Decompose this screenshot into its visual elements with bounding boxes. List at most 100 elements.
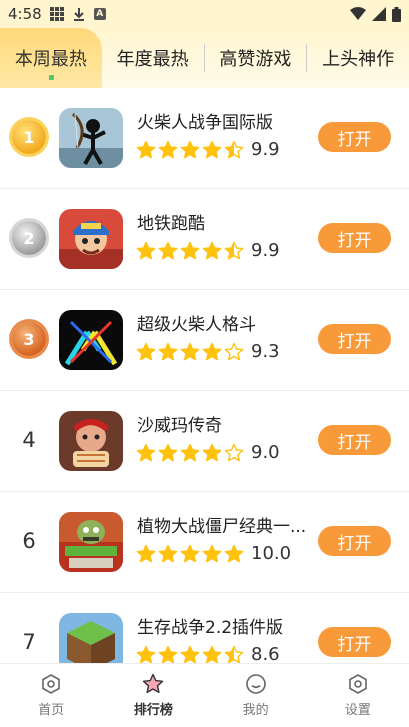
signal-icon	[372, 7, 386, 21]
download-icon	[73, 8, 84, 21]
app-name: 火柴人战争国际版	[137, 113, 273, 133]
star-full-icon	[158, 544, 178, 563]
nav-home[interactable]: 首页	[0, 664, 102, 727]
star-full-icon	[136, 241, 156, 260]
star-full-icon	[180, 645, 200, 664]
app-name: 沙威玛传奇	[137, 416, 222, 436]
star-rating	[136, 544, 244, 564]
star-full-icon	[180, 342, 200, 361]
tab-addictive[interactable]: 上头神作	[307, 28, 409, 88]
star-half-icon	[224, 241, 244, 260]
tab-label: 高赞游戏	[219, 49, 292, 70]
tab-label: 上头神作	[322, 49, 395, 70]
open-button[interactable]: 打开	[318, 627, 391, 657]
bottom-nav: 首页 排行榜 我的 设置	[0, 663, 409, 727]
app-score: 9.9	[251, 240, 280, 261]
tab-label: 本周最热	[14, 49, 87, 70]
tab-top-rated[interactable]: 高赞游戏	[205, 28, 307, 88]
wifi-icon	[350, 7, 366, 20]
star-full-icon	[136, 544, 156, 563]
grid-icon	[49, 7, 64, 21]
star-full-icon	[224, 544, 244, 563]
star-half-icon	[224, 645, 244, 664]
stickman-fight-icon[interactable]	[59, 310, 123, 370]
nav-label: 排行榜	[133, 703, 173, 718]
app-name: 超级火柴人格斗	[137, 315, 256, 335]
subway-surfers-icon[interactable]	[59, 209, 123, 269]
home-icon	[42, 674, 60, 694]
status-time: 4:58	[8, 5, 42, 23]
nav-ranking[interactable]: 排行榜	[102, 664, 204, 727]
star-full-icon	[202, 443, 222, 462]
gold-medal-icon: 1	[12, 120, 46, 154]
star-empty-icon	[224, 342, 244, 361]
open-button[interactable]: 打开	[318, 425, 391, 455]
status-bar: 4:58 A	[0, 0, 409, 28]
app-name: 植物大战僵尸经典一...	[137, 517, 307, 537]
app-score: 9.0	[251, 442, 280, 463]
star-full-icon	[158, 342, 178, 361]
a-icon: A	[93, 8, 106, 20]
open-button[interactable]: 打开	[318, 223, 391, 253]
star-full-icon	[158, 645, 178, 664]
open-button[interactable]: 打开	[318, 526, 391, 556]
nav-label: 设置	[344, 703, 371, 718]
star-full-icon	[202, 342, 222, 361]
rank-number: 4	[22, 428, 36, 452]
list-item[interactable]: 3 超级火柴人格斗 9.3 打开	[0, 290, 409, 391]
app-score: 9.9	[251, 139, 280, 160]
star-rating	[136, 645, 244, 665]
smile-icon	[245, 674, 266, 694]
app-name: 生存战争2.2插件版	[137, 618, 284, 638]
star-full-icon	[158, 443, 178, 462]
category-tabs: 本周最热 年度最热 高赞游戏 上头神作	[0, 28, 409, 88]
shawarma-icon[interactable]	[59, 411, 123, 471]
nav-mine[interactable]: 我的	[205, 664, 307, 727]
star-half-icon	[224, 140, 244, 159]
list-item[interactable]: 1 火柴人战争国际版 9.9 打开	[0, 88, 409, 189]
rank-badge: 1	[10, 118, 48, 156]
rank-number: 6	[22, 529, 36, 553]
star-full-icon	[180, 544, 200, 563]
star-rating	[136, 140, 244, 160]
star-full-icon	[136, 140, 156, 159]
nav-settings[interactable]: 设置	[307, 664, 409, 727]
open-button[interactable]: 打开	[318, 324, 391, 354]
star-rank-icon	[143, 673, 164, 694]
star-full-icon	[202, 241, 222, 260]
open-button[interactable]: 打开	[318, 122, 391, 152]
app-score: 9.3	[251, 341, 280, 362]
star-full-icon	[180, 140, 200, 159]
list-item[interactable]: 2 地铁跑酷 9.9 打开	[0, 189, 409, 290]
app-score: 10.0	[251, 543, 292, 564]
star-full-icon	[180, 443, 200, 462]
star-rating	[136, 342, 244, 362]
rank-badge: 3	[10, 320, 48, 358]
nav-label: 首页	[38, 703, 65, 718]
settings-icon	[349, 674, 367, 694]
star-full-icon	[202, 544, 222, 563]
rank-badge: 2	[10, 219, 48, 257]
star-full-icon	[158, 140, 178, 159]
star-rating	[136, 241, 244, 261]
star-full-icon	[136, 443, 156, 462]
active-tab-indicator	[48, 75, 54, 80]
star-empty-icon	[224, 443, 244, 462]
star-full-icon	[136, 342, 156, 361]
stickman-war-icon[interactable]	[59, 108, 123, 168]
rank-number: 7	[22, 630, 36, 654]
star-full-icon	[202, 140, 222, 159]
app-name: 地铁跑酷	[137, 214, 205, 234]
tab-weekly-hot[interactable]: 本周最热	[0, 28, 102, 88]
app-score: 8.6	[251, 644, 280, 665]
list-item[interactable]: 6 植物大战僵尸经典一... 10.0 打开	[0, 492, 409, 593]
tab-yearly-hot[interactable]: 年度最热	[102, 28, 204, 88]
star-full-icon	[158, 241, 178, 260]
silver-medal-icon: 2	[12, 221, 46, 255]
star-full-icon	[136, 645, 156, 664]
tab-label: 年度最热	[116, 49, 189, 70]
bronze-medal-icon: 3	[12, 322, 46, 356]
nav-label: 我的	[242, 703, 269, 718]
list-item[interactable]: 4 沙威玛传奇 9.0 打开	[0, 391, 409, 492]
pvz-icon[interactable]	[59, 512, 123, 572]
